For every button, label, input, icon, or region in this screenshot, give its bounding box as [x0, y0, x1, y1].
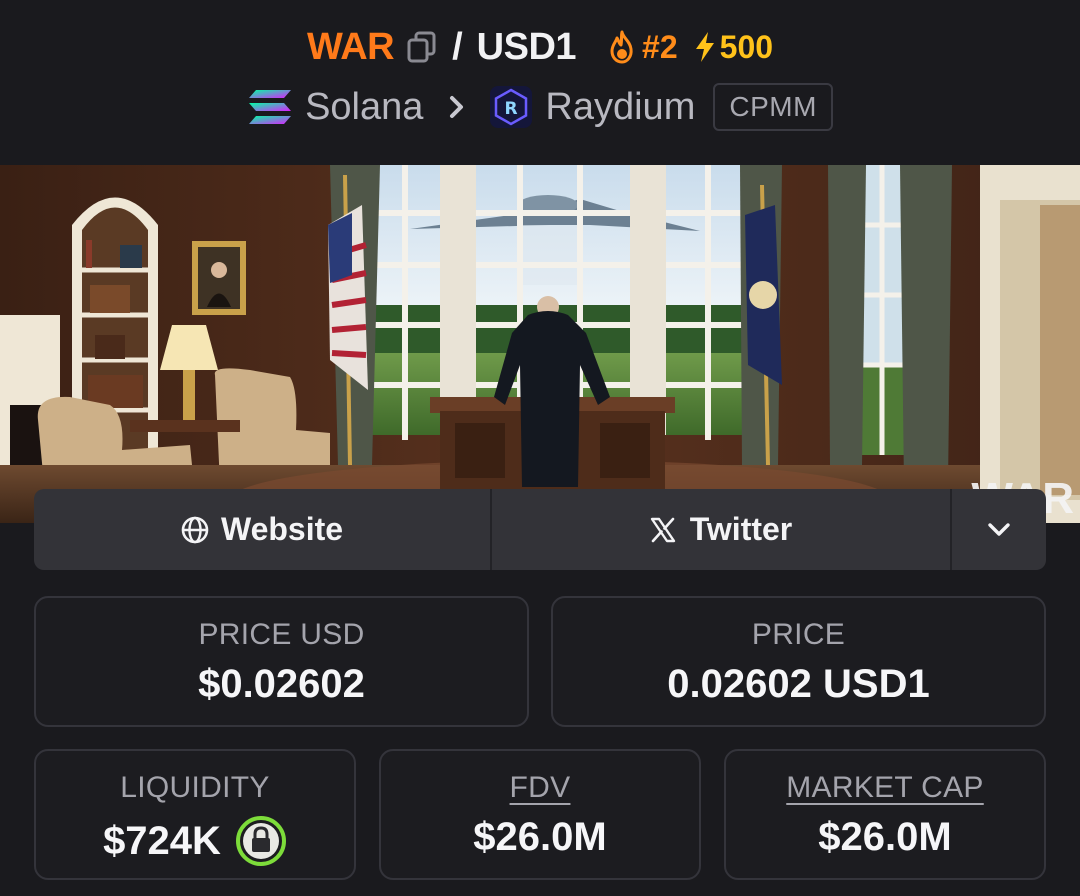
liquidity-label: LIQUIDITY — [120, 771, 270, 804]
fire-icon — [610, 30, 633, 64]
price-usd-value: $0.02602 — [36, 662, 527, 707]
price-card: PRICE 0.02602 USD1 — [551, 596, 1046, 727]
base-token-symbol: WAR — [306, 25, 395, 68]
pair-title: WAR / USD1 #2 500 — [0, 22, 1080, 72]
price-usd-label: PRICE USD — [198, 618, 365, 651]
price-label: PRICE — [751, 618, 846, 651]
fdv-label: FDV — [381, 771, 699, 805]
pair-separator: / — [452, 25, 463, 68]
fdv-card[interactable]: FDV $26.0M — [379, 749, 701, 880]
chain-name[interactable]: Solana — [305, 86, 423, 129]
market-cap-label: MARKET CAP — [726, 771, 1044, 805]
fdv-label-text: FDV — [509, 771, 571, 804]
pair-header: WAR / USD1 #2 500 Solana R Raydium CPMM — [0, 0, 1080, 165]
twitter-label: Twitter — [689, 511, 793, 547]
chevron-down-icon — [988, 522, 1010, 536]
svg-text:R: R — [505, 99, 518, 119]
price-usd-card: PRICE USD $0.02602 — [34, 596, 529, 727]
x-icon — [650, 517, 675, 542]
market-cap-card[interactable]: MARKET CAP $26.0M — [724, 749, 1046, 880]
bolt-icon — [695, 32, 714, 62]
liquidity-amount: $724K — [103, 818, 221, 863]
more-links-button[interactable] — [952, 489, 1046, 570]
price-usd-amount: $0.02602 — [198, 662, 365, 706]
trending-rank: #2 — [642, 28, 678, 65]
market-cap-label-text: MARKET CAP — [786, 771, 984, 804]
boost-count: 500 — [719, 28, 774, 65]
solana-icon — [249, 90, 292, 124]
twitter-button[interactable]: Twitter — [492, 489, 952, 570]
market-cap-value: $26.0M — [726, 815, 1044, 860]
trending-badge[interactable]: #2 — [608, 29, 678, 66]
quote-token-symbol: USD1 — [476, 25, 577, 68]
dex-name[interactable]: Raydium — [545, 86, 695, 129]
market-cap-amount: $26.0M — [818, 815, 952, 859]
fdv-value: $26.0M — [381, 815, 699, 860]
chain-dex-row: Solana R Raydium CPMM — [0, 82, 1080, 132]
links-bar: Website Twitter — [34, 489, 1046, 570]
copy-icon[interactable] — [406, 30, 438, 64]
chevron-right-icon — [450, 96, 464, 118]
globe-icon — [181, 516, 209, 543]
token-banner-image: WAR — [0, 165, 1080, 523]
boost-badge[interactable]: 500 — [694, 29, 773, 66]
website-label: Website — [220, 511, 344, 547]
price-amount: 0.02602 USD1 — [667, 662, 930, 706]
liquidity-value: $724K — [36, 815, 354, 867]
price-value: 0.02602 USD1 — [553, 662, 1044, 707]
pool-type-badge: CPMM — [713, 83, 833, 131]
lock-icon[interactable] — [235, 815, 287, 867]
website-button[interactable]: Website — [34, 489, 492, 570]
fdv-amount: $26.0M — [473, 815, 607, 859]
liquidity-card: LIQUIDITY $724K — [34, 749, 356, 880]
raydium-icon: R — [490, 86, 533, 128]
